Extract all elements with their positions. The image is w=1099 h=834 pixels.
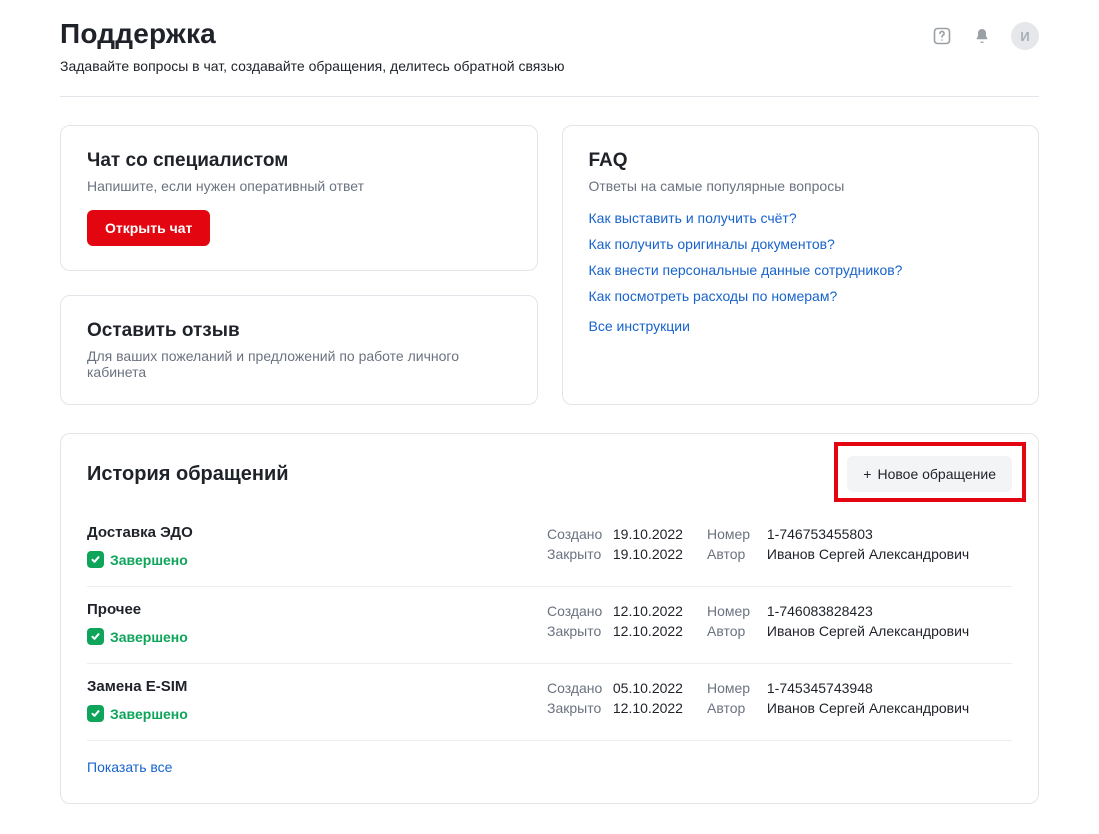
ticket-row[interactable]: Прочее Завершено Создано 12.10.2022Закрыто… [87,587,1012,664]
feedback-card-subtitle: Для ваших пожеланий и предложений по раб… [87,348,511,380]
status-badge: Завершено [87,551,188,568]
show-all-link[interactable]: Показать все [87,759,172,775]
ticket-title: Доставка ЭДО [87,524,547,541]
created-label: Создано [547,678,609,698]
closed-value: 12.10.2022 [613,623,683,639]
status-text: Завершено [110,629,188,645]
closed-label: Закрыто [547,698,609,718]
number-value: 1-746753455803 [767,526,873,542]
avatar[interactable]: И [1011,22,1039,50]
number-label: Номер [707,524,763,544]
closed-label: Закрыто [547,544,609,564]
ticket-title: Прочее [87,601,547,618]
check-icon [87,705,104,722]
chat-card-title: Чат со специалистом [87,150,511,172]
faq-card: FAQ Ответы на самые популярные вопросы К… [562,125,1040,405]
chat-card-subtitle: Напишите, если нужен оперативный ответ [87,178,511,194]
ticket-title: Замена E-SIM [87,678,547,695]
feedback-card-title: Оставить отзыв [87,320,511,342]
closed-value: 19.10.2022 [613,546,683,562]
faq-card-subtitle: Ответы на самые популярные вопросы [589,178,1013,194]
author-label: Автор [707,698,763,718]
feedback-card[interactable]: Оставить отзыв Для ваших пожеланий и пре… [60,295,538,405]
faq-link[interactable]: Как посмотреть расходы по номерам? [589,288,1013,304]
history-title: История обращений [87,463,289,486]
number-value: 1-746083828423 [767,603,873,619]
page-title: Поддержка [60,18,216,50]
new-ticket-button[interactable]: + Новое обращение [847,456,1012,492]
author-label: Автор [707,544,763,564]
new-ticket-label: Новое обращение [877,466,996,482]
status-badge: Завершено [87,705,188,722]
ticket-row[interactable]: Доставка ЭДО Завершено Создано 19.10.2022З… [87,510,1012,587]
open-chat-button[interactable]: Открыть чат [87,210,210,246]
faq-link[interactable]: Как получить оригиналы документов? [589,236,1013,252]
page-subtitle: Задавайте вопросы в чат, создавайте обра… [60,58,1039,74]
bell-icon[interactable] [971,25,993,47]
chat-card: Чат со специалистом Напишите, если нужен… [60,125,538,271]
created-value: 12.10.2022 [613,603,683,619]
created-value: 05.10.2022 [613,680,683,696]
faq-link[interactable]: Как выставить и получить счёт? [589,210,1013,226]
number-value: 1-745345743948 [767,680,873,696]
closed-value: 12.10.2022 [613,700,683,716]
ticket-row[interactable]: Замена E-SIM Завершено Создано 05.10.2022З… [87,664,1012,741]
check-icon [87,628,104,645]
number-label: Номер [707,601,763,621]
created-label: Создано [547,601,609,621]
faq-card-title: FAQ [589,150,1013,172]
divider [60,96,1039,97]
status-text: Завершено [110,552,188,568]
faq-all-link[interactable]: Все инструкции [589,318,1013,334]
help-icon[interactable] [931,25,953,47]
closed-label: Закрыто [547,621,609,641]
author-value: Иванов Сергей Александрович [767,546,969,562]
number-label: Номер [707,678,763,698]
created-value: 19.10.2022 [613,526,683,542]
faq-link[interactable]: Как внести персональные данные сотрудник… [589,262,1013,278]
author-label: Автор [707,621,763,641]
status-text: Завершено [110,706,188,722]
author-value: Иванов Сергей Александрович [767,623,969,639]
check-icon [87,551,104,568]
header-icons: И [931,22,1039,50]
status-badge: Завершено [87,628,188,645]
created-label: Создано [547,524,609,544]
author-value: Иванов Сергей Александрович [767,700,969,716]
history-card: История обращений + Новое обращение Дост… [60,433,1039,804]
plus-icon: + [863,466,871,482]
